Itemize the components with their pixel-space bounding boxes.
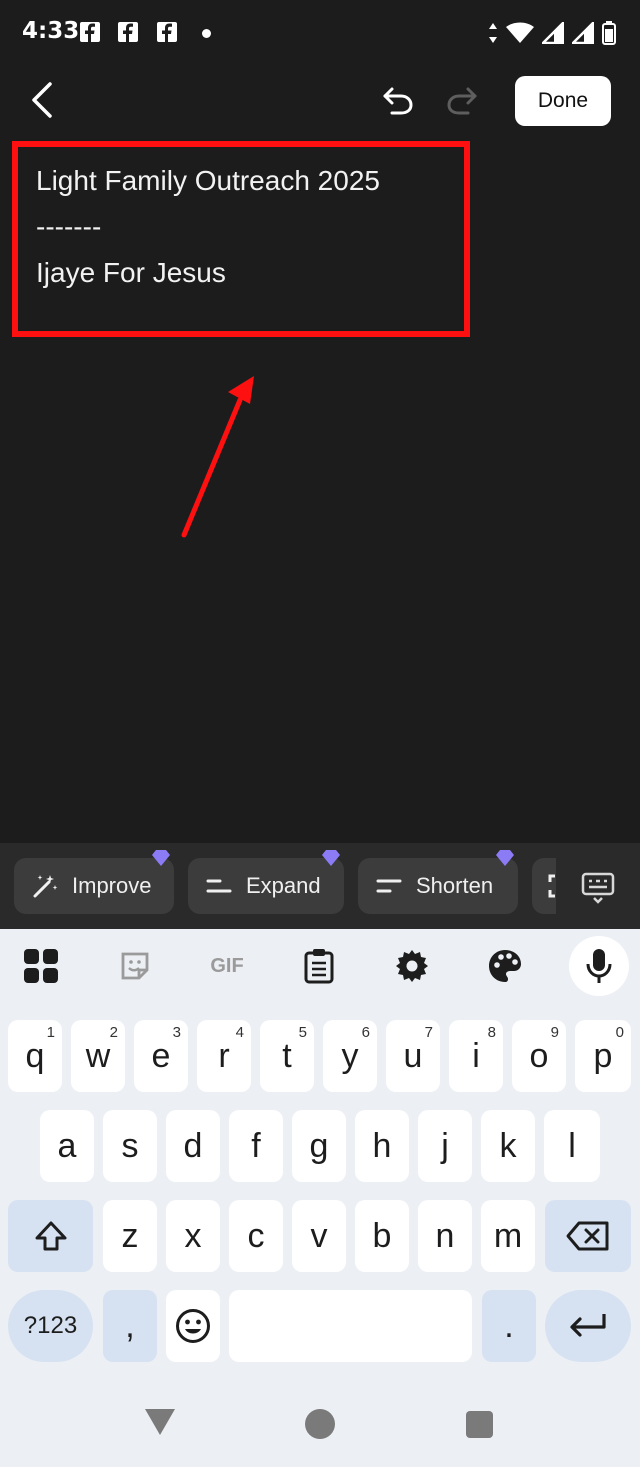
backspace-icon [566, 1221, 609, 1251]
keyboard-panel-icon [581, 872, 615, 904]
key-l[interactable]: l [544, 1110, 600, 1182]
editor-header: Done [0, 66, 640, 136]
premium-gem-icon [152, 850, 170, 866]
gear-icon [396, 950, 428, 982]
period-key[interactable]: . [482, 1290, 536, 1362]
keyboard-toolbar: GIF [0, 929, 640, 1005]
wifi-icon [506, 22, 534, 43]
apps-grid-icon [24, 949, 58, 983]
nav-back-triangle-icon[interactable] [144, 1408, 176, 1436]
premium-gem-icon [322, 850, 340, 866]
improve-label: Improve [72, 873, 152, 898]
comma-key[interactable]: , [103, 1290, 157, 1362]
key-g[interactable]: g [292, 1110, 346, 1182]
data-transfer-icon [489, 23, 497, 43]
key-i[interactable]: i8 [449, 1020, 503, 1092]
undo-icon [383, 87, 413, 115]
more-notifications-dot-icon [202, 29, 211, 38]
emoji-key[interactable] [166, 1290, 220, 1362]
key-y[interactable]: y6 [323, 1020, 377, 1092]
key-n[interactable]: n [418, 1200, 472, 1272]
clipboard-icon [304, 949, 334, 984]
backspace-key[interactable] [545, 1200, 631, 1272]
key-d[interactable]: d [166, 1110, 220, 1182]
shift-key[interactable] [8, 1200, 93, 1272]
expand-lines-icon [206, 879, 232, 893]
facebook-notification-icon [80, 22, 100, 42]
key-z[interactable]: z [103, 1200, 157, 1272]
sticker-button[interactable] [112, 943, 158, 989]
system-navigation-bar [0, 1380, 640, 1467]
undo-button[interactable] [376, 78, 420, 122]
key-o[interactable]: o9 [512, 1020, 566, 1092]
signal-icon [542, 22, 564, 44]
ai-panel-button[interactable] [556, 853, 640, 923]
microphone-icon [586, 949, 612, 983]
key-r[interactable]: r4 [197, 1020, 251, 1092]
premium-gem-icon [496, 850, 514, 866]
key-k[interactable]: k [481, 1110, 535, 1182]
improve-chip[interactable]: Improve [14, 850, 174, 914]
key-a[interactable]: a [40, 1110, 94, 1182]
annotation-arrow [181, 376, 254, 538]
gif-button[interactable]: GIF [202, 943, 252, 989]
facebook-notification-icon [118, 22, 138, 42]
sticker-icon [121, 952, 149, 980]
nav-home-circle-icon[interactable] [305, 1409, 335, 1439]
space-key[interactable] [229, 1290, 472, 1362]
palette-icon [489, 950, 521, 982]
key-b[interactable]: b [355, 1200, 409, 1272]
voice-input-button[interactable] [569, 936, 629, 996]
annotation-highlight-box [12, 141, 470, 337]
shift-arrow-icon [35, 1221, 66, 1251]
key-h[interactable]: h [355, 1110, 409, 1182]
signal-icon [572, 22, 594, 44]
key-w[interactable]: w2 [71, 1020, 125, 1092]
status-bar: 4:33 [0, 0, 640, 66]
key-e[interactable]: e3 [134, 1020, 188, 1092]
key-u[interactable]: u7 [386, 1020, 440, 1092]
key-s[interactable]: s [103, 1110, 157, 1182]
key-f[interactable]: f [229, 1110, 283, 1182]
key-j[interactable]: j [418, 1110, 472, 1182]
shorten-chip[interactable]: Shorten [358, 850, 518, 914]
gif-label: GIF [210, 954, 244, 977]
ai-writing-bar: Improve Expand Shorten [0, 843, 640, 929]
shorten-label: Shorten [416, 873, 494, 898]
enter-icon [570, 1314, 606, 1337]
battery-icon [602, 21, 616, 45]
smiley-icon [176, 1309, 210, 1343]
system-icons [488, 18, 616, 48]
status-time: 4:33 [22, 18, 80, 44]
expand-chip[interactable]: Expand [188, 850, 344, 914]
facebook-notification-icon [157, 22, 177, 42]
expand-frame-icon [548, 874, 555, 898]
chevron-left-icon [32, 82, 52, 118]
apps-grid-button[interactable] [18, 943, 64, 989]
theme-button[interactable] [482, 943, 528, 989]
redo-button[interactable] [440, 78, 484, 122]
clipboard-button[interactable] [296, 943, 342, 989]
done-button[interactable]: Done [515, 76, 611, 126]
key-c[interactable]: c [229, 1200, 283, 1272]
key-x[interactable]: x [166, 1200, 220, 1272]
key-t[interactable]: t5 [260, 1020, 314, 1092]
back-button[interactable] [22, 78, 62, 122]
expand-label: Expand [246, 873, 321, 898]
settings-button[interactable] [389, 943, 435, 989]
key-q[interactable]: q1 [8, 1020, 62, 1092]
symbols-key[interactable]: ?123 [8, 1290, 93, 1362]
nav-recents-square-icon[interactable] [466, 1411, 493, 1438]
key-m[interactable]: m [481, 1200, 535, 1272]
magic-wand-icon [33, 875, 58, 898]
key-p[interactable]: p0 [575, 1020, 631, 1092]
redo-icon [447, 87, 477, 115]
key-v[interactable]: v [292, 1200, 346, 1272]
shorten-lines-icon [376, 879, 402, 893]
enter-key[interactable] [545, 1290, 631, 1362]
